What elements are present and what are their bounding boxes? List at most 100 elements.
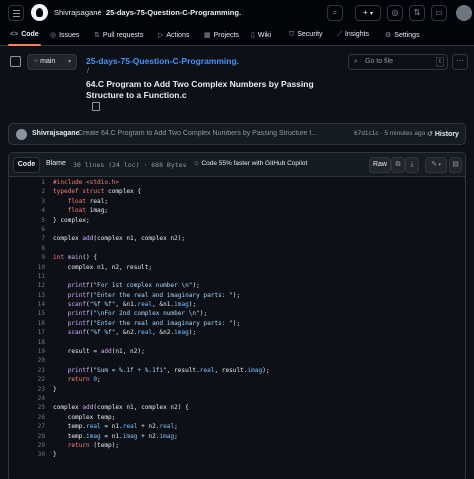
- line-number[interactable]: 17: [9, 328, 45, 337]
- code-line: 8: [9, 244, 465, 253]
- line-number[interactable]: 28: [9, 432, 45, 441]
- blame-view-button[interactable]: Blame: [46, 160, 66, 167]
- tab-insights[interactable]: ⟋ Insights: [337, 31, 369, 39]
- tab-settings[interactable]: ⚙ Settings: [385, 31, 420, 39]
- line-content: typedef struct complex {: [53, 188, 142, 196]
- avatar[interactable]: [16, 129, 27, 140]
- commit-message[interactable]: Create 64.C Program to Add Two Complex N…: [78, 130, 318, 137]
- history-button[interactable]: ↺ History: [427, 130, 459, 138]
- search-icon[interactable]: ⌕: [327, 5, 343, 21]
- line-number[interactable]: 9: [9, 253, 45, 262]
- line-number[interactable]: 14: [9, 300, 45, 309]
- search-icon: ⌕: [354, 58, 358, 65]
- tab-security[interactable]: ⛉ Security: [289, 31, 323, 39]
- pull-requests-icon[interactable]: ⇅: [409, 5, 425, 21]
- chevron-down-icon: ▾: [369, 11, 373, 17]
- line-number[interactable]: 20: [9, 356, 45, 365]
- code-line: 22 return 0;: [9, 375, 465, 384]
- line-number[interactable]: 27: [9, 422, 45, 431]
- code-line: 24: [9, 394, 465, 403]
- tab-wiki[interactable]: ▯ Wiki: [251, 31, 271, 39]
- line-number[interactable]: 18: [9, 338, 45, 347]
- line-number[interactable]: 4: [9, 206, 45, 215]
- line-content: }: [53, 385, 57, 393]
- code-line: 5} complex;: [9, 216, 465, 225]
- inbox-icon[interactable]: ▭: [431, 5, 447, 21]
- line-number[interactable]: 22: [9, 375, 45, 384]
- line-number[interactable]: 5: [9, 216, 45, 225]
- copy-path-icon[interactable]: [92, 102, 100, 111]
- line-number[interactable]: 29: [9, 441, 45, 450]
- line-number[interactable]: 21: [9, 366, 45, 375]
- tab-pull-requests[interactable]: ⇅ Pull requests: [94, 31, 143, 39]
- tab-code[interactable]: <> Code: [10, 31, 39, 38]
- line-number[interactable]: 15: [9, 309, 45, 318]
- github-logo[interactable]: [31, 4, 48, 21]
- commit-author[interactable]: Shivrajsagane: [32, 130, 79, 137]
- breadcrumb-repo-link[interactable]: 25-days-75-Question-C-Programming.: [86, 56, 239, 66]
- line-number[interactable]: 19: [9, 347, 45, 356]
- line-content: return 0;: [67, 376, 101, 384]
- line-number[interactable]: 12: [9, 281, 45, 290]
- line-number[interactable]: 13: [9, 291, 45, 300]
- code-line: 21 printf("Sum = %.1f + %.1fi", result.r…: [9, 366, 465, 375]
- file-header: Code Blame 30 lines (24 loc) · 688 Bytes…: [9, 153, 465, 177]
- line-number[interactable]: 30: [9, 450, 45, 459]
- branch-selector[interactable]: ⑂ main ▾: [27, 54, 77, 70]
- raw-button[interactable]: Raw: [369, 157, 391, 173]
- repo-owner-link[interactable]: Shivrajsagane: [54, 8, 102, 17]
- play-icon: ▷: [158, 32, 164, 39]
- file-viewer: Code Blame 30 lines (24 loc) · 688 Bytes…: [8, 152, 466, 479]
- line-number[interactable]: 16: [9, 319, 45, 328]
- code-line: 15 printf("\nFor 2nd complex number \n")…: [9, 309, 465, 318]
- code-line: 1 #include <stdio.h>: [9, 178, 465, 187]
- tab-projects[interactable]: ▦ Projects: [204, 31, 239, 39]
- line-number[interactable]: 1: [9, 178, 45, 187]
- issues-icon[interactable]: ◎: [387, 5, 403, 21]
- avatar[interactable]: [456, 5, 472, 21]
- shortcut-key: t: [436, 57, 444, 67]
- line-number[interactable]: 6: [9, 225, 45, 234]
- code-line: 19 result = add(n1, n2);: [9, 347, 465, 356]
- commit-hash-time[interactable]: 67d1c1c · 5 minutes ago: [354, 130, 425, 137]
- download-icon[interactable]: ⤓: [405, 157, 419, 173]
- edit-button[interactable]: ✎ ▾: [425, 157, 447, 173]
- file-name: 64.C Program to Add Two Complex Numbers …: [86, 79, 314, 100]
- line-number[interactable]: 10: [9, 263, 45, 272]
- line-number[interactable]: 11: [9, 272, 45, 281]
- code-view-button[interactable]: Code: [13, 157, 40, 173]
- code-line: 11: [9, 272, 465, 281]
- copy-raw-icon[interactable]: ⧉: [391, 157, 405, 173]
- repo-name-link[interactable]: 25-days-75-Question-C-Programming.: [106, 8, 241, 17]
- line-number[interactable]: 26: [9, 413, 45, 422]
- go-to-file-placeholder: Go to file: [365, 58, 394, 65]
- code-line: 14 scanf("%f %f", &n1.real, &n1.imag);: [9, 300, 465, 309]
- tab-actions[interactable]: ▷ Actions: [158, 31, 189, 39]
- code-line: 10 complex n1, n2, result;: [9, 263, 465, 272]
- code-line: 12 printf("For 1st complex number \n");: [9, 281, 465, 290]
- tab-issues[interactable]: ◎ Issues: [50, 31, 79, 39]
- go-to-file-input[interactable]: ⌕ Go to file t: [348, 54, 448, 70]
- hamburger-icon[interactable]: [8, 5, 24, 21]
- history-icon: ↺: [427, 131, 435, 138]
- line-number[interactable]: 23: [9, 385, 45, 394]
- more-options-button[interactable]: ···: [452, 54, 468, 70]
- line-number[interactable]: 7: [9, 234, 45, 243]
- line-number[interactable]: 3: [9, 197, 45, 206]
- line-content: printf("Enter the real and imaginary par…: [67, 291, 241, 299]
- line-number[interactable]: 2: [9, 187, 45, 196]
- code-line: 28 temp.imag = n1.imag + n2.imag;: [9, 432, 465, 441]
- line-number[interactable]: 24: [9, 394, 45, 403]
- line-content: printf("Enter the real and imaginary par…: [67, 319, 241, 327]
- code-line: 29 return (temp);: [9, 441, 465, 450]
- create-new-button[interactable]: + ▾: [355, 5, 381, 21]
- symbols-panel-icon[interactable]: ▤: [449, 157, 462, 173]
- code-line: 27 temp.real = n1.real + n2.real;: [9, 422, 465, 431]
- sidebar-toggle-icon[interactable]: [10, 56, 21, 67]
- line-number[interactable]: 8: [9, 244, 45, 253]
- copilot-link[interactable]: ☺ Code 55% faster with GitHub Copilot: [193, 160, 307, 167]
- line-content: float real;: [67, 197, 109, 205]
- line-number[interactable]: 25: [9, 403, 45, 412]
- line-content: float imag;: [67, 207, 109, 215]
- code-line: 7 complex add(complex n1, complex n2);: [9, 234, 465, 243]
